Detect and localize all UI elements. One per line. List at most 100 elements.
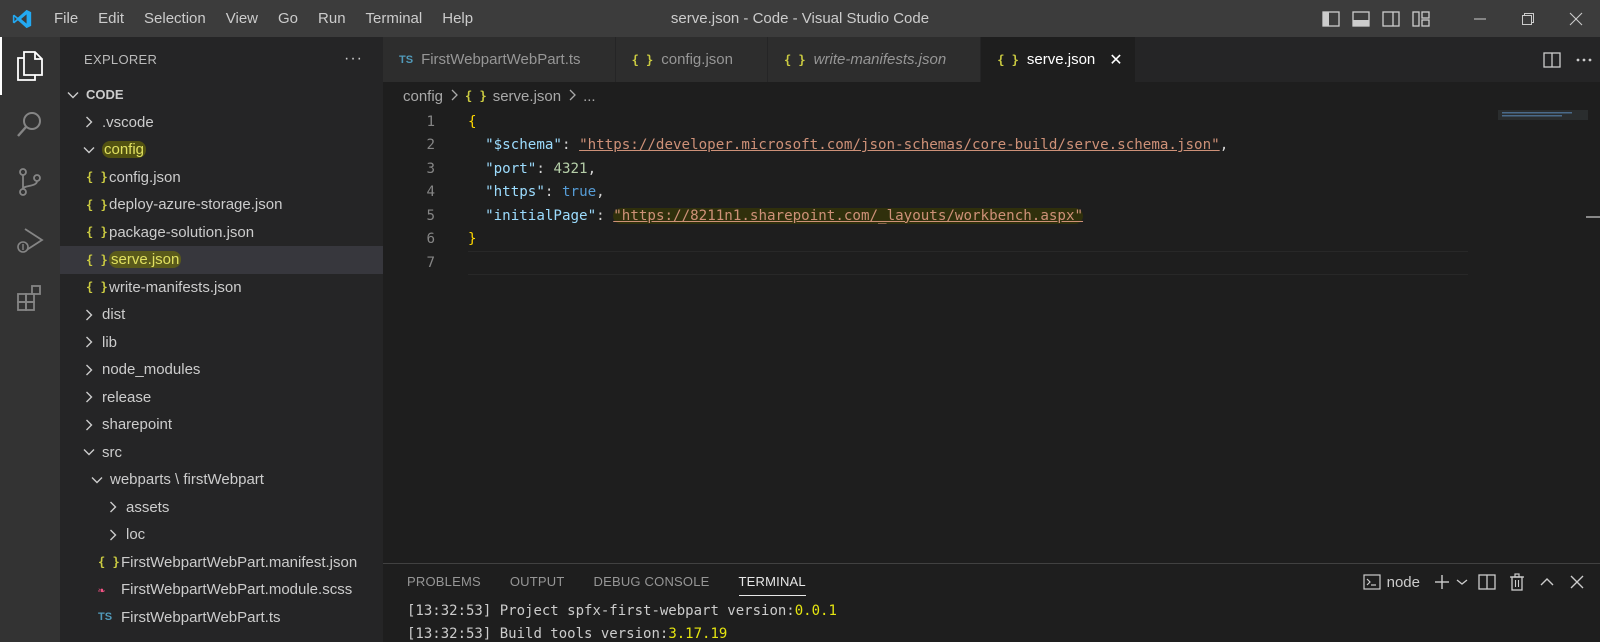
tree-item[interactable]: { } write-manifests.json bbox=[60, 274, 383, 302]
terminal-line: [13:32:53] Build tools version:3.17.19 bbox=[407, 623, 1600, 642]
panel-actions: node bbox=[1357, 564, 1592, 600]
json-file-icon: { } bbox=[465, 89, 487, 103]
breadcrumb-folder[interactable]: config bbox=[403, 88, 443, 105]
close-panel-icon[interactable] bbox=[1562, 564, 1592, 600]
tab-firstwebpartwebpart-ts[interactable]: TS FirstWebpartWebPart.ts bbox=[383, 37, 616, 82]
close-tab-icon[interactable]: ✕ bbox=[1109, 50, 1122, 70]
tree-item[interactable]: dist bbox=[60, 301, 383, 329]
tree-item[interactable]: node_modules bbox=[60, 356, 383, 384]
menu-selection[interactable]: Selection bbox=[134, 0, 216, 37]
breadcrumb-symbols[interactable]: ... bbox=[583, 88, 596, 105]
tab-serve-json[interactable]: { } serve.json ✕ bbox=[981, 37, 1136, 82]
tree-item[interactable]: release bbox=[60, 384, 383, 412]
extensions-icon[interactable] bbox=[0, 269, 60, 327]
tab-config-json[interactable]: { } config.json bbox=[615, 37, 768, 82]
toggle-primary-sidebar-icon[interactable] bbox=[1316, 0, 1346, 37]
tree-item-label: FirstWebpartWebPart.module.scss bbox=[121, 581, 353, 599]
menu-run[interactable]: Run bbox=[308, 0, 356, 37]
tab-problems[interactable]: PROBLEMS bbox=[407, 564, 481, 600]
minimap[interactable] bbox=[1498, 110, 1588, 150]
tree-item[interactable]: TS FirstWebpartWebPart.ts bbox=[60, 604, 383, 632]
menu-edit[interactable]: Edit bbox=[88, 0, 134, 37]
chevron-down-icon[interactable] bbox=[1452, 564, 1472, 600]
search-icon[interactable] bbox=[0, 95, 60, 153]
toggle-panel-icon[interactable] bbox=[1346, 0, 1376, 37]
menu-go[interactable]: Go bbox=[268, 0, 308, 37]
explorer-icon[interactable] bbox=[0, 37, 60, 95]
chevron-right-icon bbox=[568, 88, 577, 105]
terminal-output[interactable]: [13:32:53] Project spfx-first-webpart ve… bbox=[383, 600, 1600, 642]
json-file-icon: { } bbox=[86, 252, 108, 267]
split-editor-icon[interactable] bbox=[1536, 37, 1568, 82]
tree-item[interactable]: { } package-solution.json bbox=[60, 219, 383, 247]
tree-item[interactable]: sharepoint bbox=[60, 411, 383, 439]
tree-item[interactable]: config bbox=[60, 136, 383, 164]
menu-help[interactable]: Help bbox=[432, 0, 483, 37]
tree-item-label: assets bbox=[126, 498, 170, 516]
tree-item[interactable]: { } deploy-azure-storage.json bbox=[60, 191, 383, 219]
tree-item-label: sharepoint bbox=[102, 416, 173, 434]
close-window-icon[interactable] bbox=[1552, 0, 1600, 37]
line-number: 6 bbox=[426, 231, 435, 248]
menu-file[interactable]: File bbox=[44, 0, 88, 37]
json-file-icon: { } bbox=[783, 52, 806, 67]
tree-item-label: CODE bbox=[86, 87, 124, 103]
more-actions-icon[interactable]: ··· bbox=[344, 50, 363, 68]
menu-terminal[interactable]: Terminal bbox=[356, 0, 433, 37]
minimize-icon[interactable] bbox=[1456, 0, 1504, 37]
json-file-icon: { } bbox=[997, 52, 1019, 67]
new-terminal-icon[interactable] bbox=[1432, 564, 1452, 600]
trash-icon[interactable] bbox=[1502, 564, 1532, 600]
customize-layout-icon[interactable] bbox=[1406, 0, 1436, 37]
menu-bar: File Edit Selection View Go Run Terminal… bbox=[44, 0, 483, 37]
tree-item[interactable]: CODE bbox=[60, 81, 383, 109]
tab-output[interactable]: OUTPUT bbox=[510, 564, 565, 600]
tree-item[interactable]: .vscode bbox=[60, 109, 383, 137]
terminal-timestamp: [13:32:53] bbox=[407, 626, 492, 642]
maximize-panel-icon[interactable] bbox=[1532, 564, 1562, 600]
code-editor[interactable]: 1 { 2 "$schema": "https://developer.micr… bbox=[383, 110, 1600, 560]
tree-item[interactable]: lib bbox=[60, 329, 383, 357]
tab-debug-console[interactable]: DEBUG CONSOLE bbox=[594, 564, 710, 600]
tab-label: config.json bbox=[661, 51, 733, 68]
title-bar-controls bbox=[1316, 0, 1600, 37]
tree-item[interactable]: webparts \ firstWebpart bbox=[60, 466, 383, 494]
code-line-4: 4 "https": true, bbox=[383, 181, 1600, 205]
initial-page-url[interactable]: "https://8211n1.sharepoint.com/_layouts/… bbox=[613, 207, 1084, 224]
tab-write-manifests-json[interactable]: { } write-manifests.json bbox=[767, 37, 982, 82]
more-actions-icon[interactable] bbox=[1568, 37, 1600, 82]
initial-page-key: "initialPage" bbox=[485, 207, 597, 224]
tree-item[interactable]: ❧ FirstWebpartWebPart.module.scss bbox=[60, 576, 383, 604]
tree-item[interactable]: { } serve.json bbox=[60, 246, 383, 274]
tab-label: write-manifests.json bbox=[813, 51, 947, 68]
chevron-right-icon bbox=[104, 529, 122, 541]
chevron-down-icon bbox=[80, 448, 98, 456]
chevron-right-icon bbox=[80, 116, 98, 128]
source-control-icon[interactable] bbox=[0, 153, 60, 211]
terminal-text: Build tools version: bbox=[491, 626, 669, 642]
breadcrumb-file[interactable]: serve.json bbox=[493, 88, 561, 105]
tree-item-label: loc bbox=[126, 526, 146, 544]
split-terminal-icon[interactable] bbox=[1472, 564, 1502, 600]
terminal-line: [13:32:53] Project spfx-first-webpart ve… bbox=[407, 600, 1600, 623]
vscode-logo-icon[interactable] bbox=[0, 0, 44, 37]
tree-item[interactable]: assets bbox=[60, 494, 383, 522]
tree-item[interactable]: { } config.json bbox=[60, 164, 383, 192]
terminal-name[interactable]: node bbox=[1387, 574, 1420, 591]
menu-view[interactable]: View bbox=[216, 0, 268, 37]
editor-scrollbar[interactable] bbox=[1586, 110, 1600, 560]
tree-item[interactable]: loc bbox=[60, 521, 383, 549]
tab-terminal[interactable]: TERMINAL bbox=[738, 564, 807, 600]
tree-item[interactable]: src bbox=[60, 439, 383, 467]
toggle-secondary-sidebar-icon[interactable] bbox=[1376, 0, 1406, 37]
restore-icon[interactable] bbox=[1504, 0, 1552, 37]
typescript-file-icon: TS bbox=[399, 53, 414, 66]
tree-item[interactable]: { } FirstWebpartWebPart.manifest.json bbox=[60, 549, 383, 577]
line-number: 4 bbox=[426, 184, 435, 201]
bottom-panel: PROBLEMS OUTPUT DEBUG CONSOLE TERMINAL n… bbox=[383, 563, 1600, 642]
line-number: 1 bbox=[426, 113, 435, 130]
breadcrumb: config { } serve.json ... bbox=[383, 82, 1600, 110]
schema-url[interactable]: "https://developer.microsoft.com/json-sc… bbox=[579, 137, 1220, 153]
code-line-3: 3 "port": 4321, bbox=[383, 157, 1600, 181]
run-and-debug-icon[interactable] bbox=[0, 211, 60, 269]
